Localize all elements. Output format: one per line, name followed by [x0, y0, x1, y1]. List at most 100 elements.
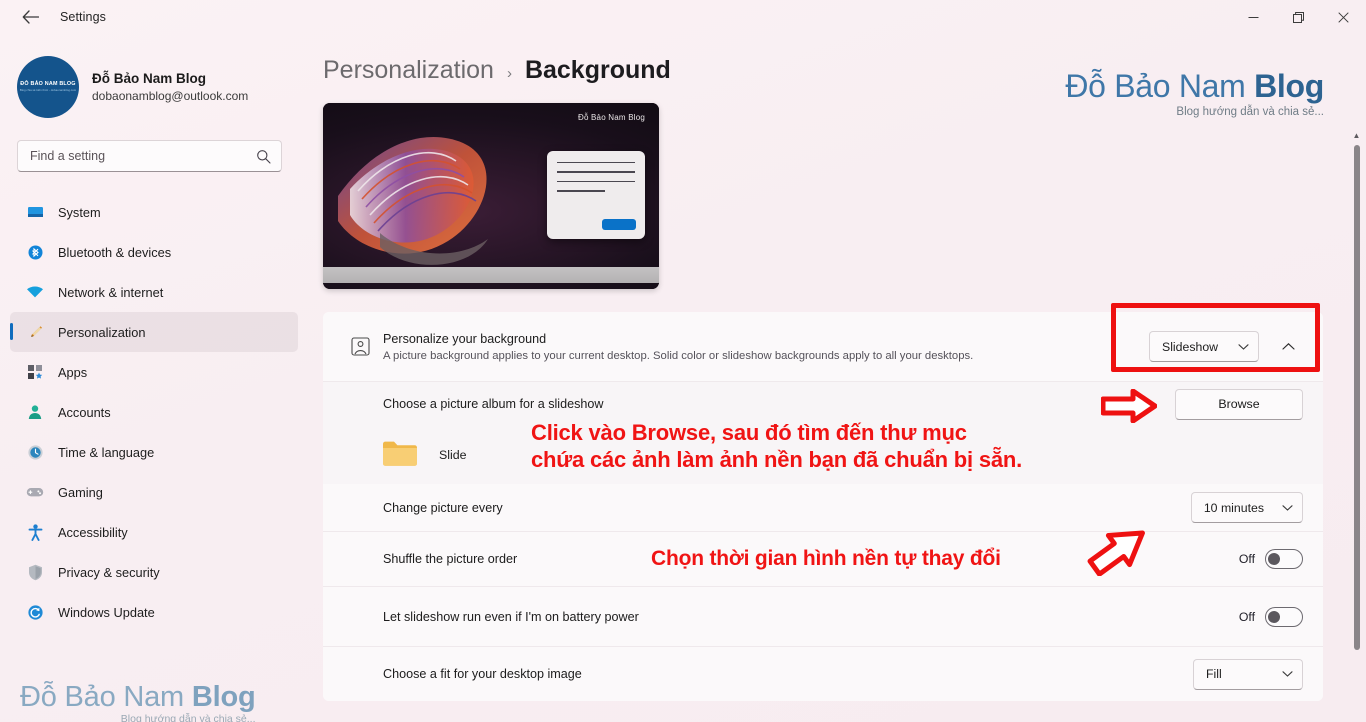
accessibility-icon [26, 523, 44, 541]
sidebar-item-label: Apps [58, 364, 88, 380]
gamepad-icon [26, 485, 44, 499]
settings-card: Personalize your background A picture ba… [323, 312, 1323, 701]
vertical-scrollbar[interactable]: ▲ ▼ [1350, 130, 1363, 722]
avatar-text: ĐỖ BẢO NAM BLOG [20, 81, 76, 88]
toggle-knob [1268, 610, 1280, 623]
background-type-dropdown[interactable]: Slideshow [1149, 331, 1259, 362]
close-button[interactable] [1321, 0, 1366, 34]
background-type-value: Slideshow [1162, 339, 1219, 354]
sidebar: ĐỖ BẢO NAM BLOG Blog chia sẻ kiến thức -… [0, 34, 310, 722]
close-icon [1338, 11, 1349, 23]
bluetooth-icon [26, 244, 44, 261]
wifi-icon [26, 285, 44, 299]
sidebar-item-label: System [58, 204, 101, 220]
interval-value: 10 minutes [1203, 500, 1264, 515]
watermark-top: Đỗ Bảo Nam Blog Blog hướng dẫn và chia s… [1065, 68, 1324, 117]
toggle-knob [1268, 553, 1280, 565]
shuffle-state-label: Off [1238, 552, 1255, 566]
account-email: dobaonamblog@outlook.com [92, 89, 249, 103]
sidebar-item-label: Windows Update [58, 604, 155, 620]
account-card[interactable]: ĐỖ BẢO NAM BLOG Blog chia sẻ kiến thức -… [0, 34, 310, 118]
sidebar-nav: System Bluetooth & devices Network & int… [0, 192, 310, 632]
preview-dialog [547, 151, 645, 239]
sidebar-item-accessibility[interactable]: Accessibility [10, 512, 298, 552]
expand-collapse-button[interactable] [1273, 332, 1303, 362]
shield-icon [26, 564, 44, 581]
annotation-interval-note: Chọn thời gian hình nền tự thay đổi [651, 547, 1001, 570]
preview-dialog-button [602, 219, 636, 230]
minimize-button[interactable] [1231, 0, 1276, 34]
settings-window: Settings ĐỖ BẢO NAM BLOG Blog chia sẻ ki… [0, 0, 1366, 722]
personalize-description: A picture background applies to your cur… [383, 349, 974, 362]
shuffle-toggle[interactable] [1265, 549, 1303, 569]
window-title: Settings [60, 10, 106, 24]
sidebar-item-network-internet[interactable]: Network & internet [10, 272, 298, 312]
window-controls [1231, 0, 1366, 34]
sidebar-item-label: Bluetooth & devices [58, 244, 172, 260]
search-icon [256, 149, 271, 164]
sidebar-item-windows-update[interactable]: Windows Update [10, 592, 298, 632]
choose-album-title: Choose a picture album for a slideshow [383, 397, 604, 411]
apps-grid-icon [26, 364, 44, 380]
folder-icon [381, 438, 419, 473]
chevron-down-icon [1238, 343, 1249, 351]
interval-title: Change picture every [383, 500, 503, 515]
maximize-icon [1293, 11, 1304, 23]
scroll-up-icon[interactable]: ▲ [1353, 130, 1361, 142]
maximize-button[interactable] [1276, 0, 1321, 34]
battery-title: Let slideshow run even if I'm on battery… [383, 609, 639, 624]
sidebar-item-bluetooth-devices[interactable]: Bluetooth & devices [10, 232, 298, 272]
watermark-bottom-light: Đỗ Bảo Nam [20, 681, 192, 713]
sidebar-item-personalization[interactable]: Personalization [10, 312, 298, 352]
chevron-down-icon [1282, 504, 1293, 512]
change-picture-every-row: Change picture every 10 minutes [323, 484, 1323, 532]
search-box[interactable] [17, 140, 282, 172]
sidebar-item-label: Privacy & security [58, 564, 160, 580]
breadcrumb-parent[interactable]: Personalization [323, 56, 494, 85]
sidebar-item-privacy-security[interactable]: Privacy & security [10, 552, 298, 592]
personalize-background-row[interactable]: Personalize your background A picture ba… [323, 312, 1323, 382]
sidebar-item-apps[interactable]: Apps [10, 352, 298, 392]
monitor-icon [26, 204, 44, 221]
sidebar-item-time-language[interactable]: Time & language [10, 432, 298, 472]
page-title: Background [524, 56, 671, 84]
chevron-up-icon [1281, 338, 1295, 356]
sidebar-item-label: Accounts [58, 404, 111, 420]
title-bar: Settings [0, 0, 1366, 34]
breadcrumb: Personalization › Background [323, 56, 671, 85]
fit-dropdown[interactable]: Fill [1193, 658, 1303, 690]
picture-icon [343, 336, 377, 357]
sidebar-item-gaming[interactable]: Gaming [10, 472, 298, 512]
battery-toggle[interactable] [1265, 606, 1303, 627]
sidebar-item-label: Gaming [58, 484, 103, 500]
sidebar-item-system[interactable]: System [10, 192, 298, 232]
watermark-top-bold: Blog [1254, 68, 1324, 104]
avatar-subtext: Blog chia sẻ kiến thức - dobaonamblog.co… [19, 88, 77, 92]
personalize-title: Personalize your background [383, 331, 547, 346]
red-arrow-right-icon [1100, 388, 1158, 428]
folder-name: Slide [439, 448, 467, 462]
battery-power-row: Let slideshow run even if I'm on battery… [323, 587, 1323, 647]
avatar: ĐỖ BẢO NAM BLOG Blog chia sẻ kiến thức -… [17, 56, 79, 118]
clock-icon [26, 444, 44, 461]
main-content: Personalization › Background Đỗ Bảo Nam … [310, 34, 1366, 722]
back-button[interactable] [10, 1, 50, 33]
preview-wallpaper-artwork [338, 137, 488, 265]
watermark-bottom-tagline: Blog hướng dẫn và chia sẻ... [120, 713, 256, 722]
browse-button[interactable]: Browse [1175, 388, 1303, 420]
fit-title: Choose a fit for your desktop image [383, 667, 582, 681]
fit-value: Fill [1206, 667, 1222, 681]
search-input[interactable] [30, 149, 256, 163]
choose-fit-row: Choose a fit for your desktop image Fill [323, 647, 1323, 701]
scrollbar-track[interactable] [1350, 142, 1363, 722]
sidebar-item-accounts[interactable]: Accounts [10, 392, 298, 432]
scrollbar-thumb[interactable] [1353, 145, 1360, 650]
update-refresh-icon [26, 604, 44, 621]
paintbrush-icon [26, 324, 44, 341]
interval-dropdown[interactable]: 10 minutes [1190, 492, 1303, 523]
desktop-preview: Đỗ Bảo Nam Blog [323, 103, 659, 289]
battery-state-label: Off [1238, 609, 1255, 624]
watermark-bottom-bold: Blog [191, 681, 256, 713]
sidebar-item-label: Time & language [58, 444, 155, 460]
account-name: Đỗ Bảo Nam Blog [92, 71, 207, 86]
